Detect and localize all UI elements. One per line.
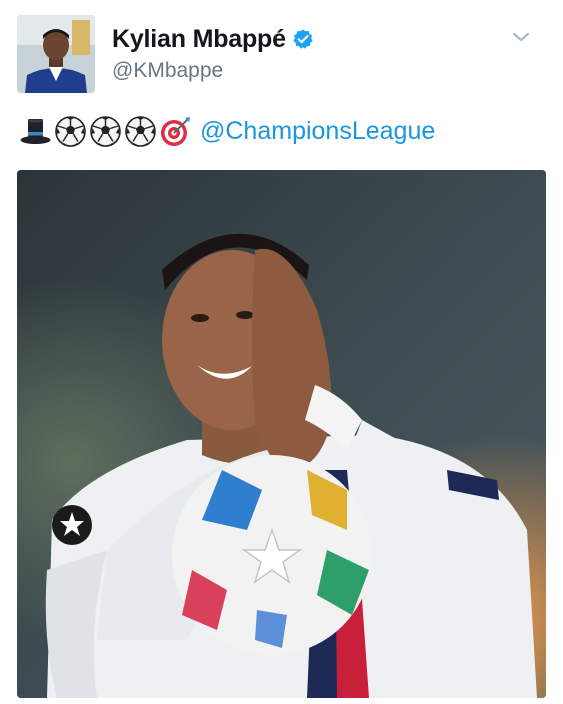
avatar-photo [17, 15, 95, 93]
soccer-ball-icon [89, 115, 122, 148]
tweet-photo[interactable] [17, 170, 546, 698]
tweet-card: Kylian Mbappé @KMbappe @ChampionsLeague [0, 0, 563, 704]
author-avatar[interactable] [17, 15, 95, 93]
tweet-text: @ChampionsLeague [19, 113, 435, 149]
mention-link[interactable]: @ChampionsLeague [200, 117, 435, 146]
author-display-name[interactable]: Kylian Mbappé [112, 25, 286, 54]
author-name-row[interactable]: Kylian Mbappé [112, 24, 314, 54]
chevron-down-icon[interactable] [510, 29, 532, 45]
verified-badge-icon [292, 28, 314, 50]
soccer-ball-icon [54, 115, 87, 148]
direct-hit-icon [159, 115, 192, 148]
top-hat-icon [19, 115, 52, 148]
soccer-ball-icon [124, 115, 157, 148]
player-photo [17, 170, 546, 698]
author-handle[interactable]: @KMbappe [112, 59, 223, 83]
